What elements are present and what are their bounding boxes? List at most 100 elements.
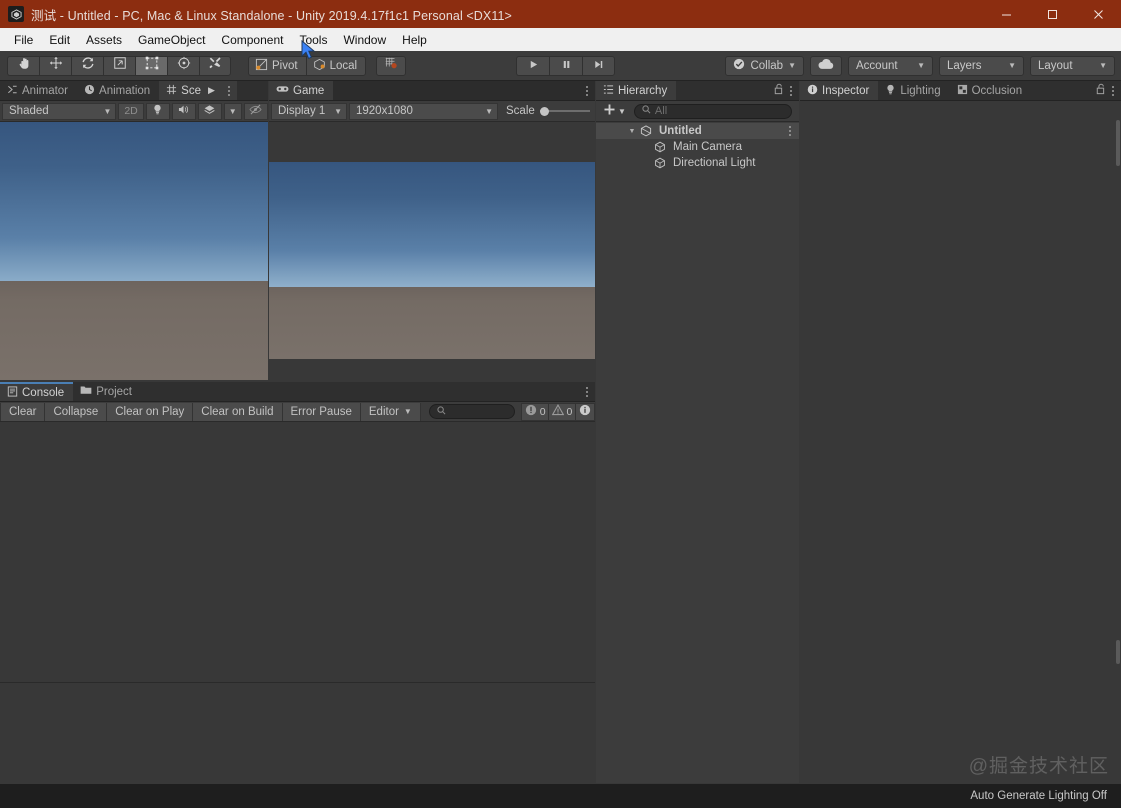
- clear-button[interactable]: Clear: [0, 402, 46, 421]
- close-button[interactable]: [1075, 0, 1121, 28]
- chevron-down-icon: ▼: [485, 106, 493, 116]
- transform-tool-button[interactable]: [167, 55, 199, 76]
- scale-slider-track[interactable]: [539, 105, 590, 117]
- cloud-button[interactable]: [810, 55, 842, 76]
- info-counter[interactable]: [575, 402, 595, 421]
- rect-transform-tool-button[interactable]: [135, 55, 167, 76]
- inspector-scrollbar-2[interactable]: [1116, 640, 1120, 664]
- account-button[interactable]: Account ▼: [848, 55, 933, 76]
- step-button[interactable]: [582, 55, 616, 76]
- warning-counter[interactable]: 0: [548, 402, 576, 421]
- clear-on-play-button[interactable]: Clear on Play: [107, 402, 194, 421]
- inspector-scrollbar[interactable]: [1116, 120, 1120, 166]
- menu-tools[interactable]: Tools: [291, 31, 335, 49]
- editor-dropdown[interactable]: Editor ▼: [360, 402, 421, 421]
- gamepad-icon: [276, 84, 289, 97]
- hierarchy-item-main-camera[interactable]: Main Camera: [596, 139, 799, 155]
- scene-tab-menu[interactable]: [220, 81, 237, 100]
- hierarchy-item-label: Directional Light: [673, 157, 756, 169]
- menu-window[interactable]: Window: [335, 31, 394, 49]
- menu-file[interactable]: File: [6, 31, 41, 49]
- tab-animator[interactable]: Animator: [0, 81, 78, 100]
- tab-game[interactable]: Game: [269, 81, 334, 100]
- tab-animation[interactable]: Animation: [77, 81, 160, 100]
- hand-tool-button[interactable]: [7, 55, 39, 76]
- custom-tool-button[interactable]: [199, 55, 231, 76]
- tab-console[interactable]: Console: [0, 382, 74, 401]
- console-search-input[interactable]: [428, 404, 516, 419]
- scene-icon: [166, 84, 177, 98]
- game-view-render[interactable]: [269, 162, 595, 359]
- kebab-menu-icon[interactable]: [227, 85, 230, 96]
- scale-tool-button[interactable]: [103, 55, 135, 76]
- console-tab-menu[interactable]: [579, 382, 595, 401]
- rotate-tool-button[interactable]: [71, 55, 103, 76]
- kebab-menu-icon[interactable]: [789, 126, 791, 136]
- shading-mode-dropdown[interactable]: Shaded ▼: [2, 102, 117, 120]
- tab-animator-label: Animator: [22, 84, 69, 97]
- layers-label: Layers: [947, 59, 982, 72]
- play-button[interactable]: [516, 55, 550, 76]
- tab-lighting[interactable]: Lighting: [878, 81, 950, 100]
- chevron-right-icon[interactable]: ▶: [205, 85, 218, 96]
- menu-gameobject[interactable]: GameObject: [130, 31, 213, 49]
- kebab-menu-icon[interactable]: [790, 85, 792, 96]
- toggle-2d-button[interactable]: 2D: [118, 102, 144, 120]
- pivot-button[interactable]: Pivot: [248, 55, 306, 76]
- collapse-button[interactable]: Collapse: [45, 402, 108, 421]
- kebab-menu-icon[interactable]: [1112, 85, 1114, 96]
- tab-occlusion[interactable]: Occlusion: [949, 81, 1032, 100]
- display-dropdown[interactable]: Display 1 ▼: [271, 102, 347, 120]
- maximize-button[interactable]: [1029, 0, 1075, 28]
- console-detail-area[interactable]: [0, 683, 595, 783]
- hierarchy-tree[interactable]: ▼ Untitled Main Camera Directional Light: [596, 122, 799, 783]
- lock-open-icon[interactable]: [774, 82, 784, 100]
- slider-handle[interactable]: [539, 107, 549, 116]
- kebab-menu-icon[interactable]: [586, 85, 588, 96]
- game-tab-menu[interactable]: [579, 81, 595, 100]
- console-message-list[interactable]: [0, 422, 595, 683]
- status-bar[interactable]: Auto Generate Lighting Off: [0, 784, 1121, 808]
- layers-button[interactable]: Layers ▼: [939, 55, 1024, 76]
- menu-edit[interactable]: Edit: [41, 31, 78, 49]
- scale-slider[interactable]: Scale: [506, 105, 590, 117]
- tab-project[interactable]: Project: [73, 382, 141, 401]
- add-gameobject-button[interactable]: ▼: [600, 103, 629, 119]
- pause-button[interactable]: [549, 55, 583, 76]
- hierarchy-item-directional-light[interactable]: Directional Light: [596, 155, 799, 171]
- inspector-content[interactable]: [800, 101, 1121, 783]
- grid-snap-button[interactable]: [376, 55, 407, 76]
- tab-console-label: Console: [22, 386, 65, 399]
- menu-component[interactable]: Component: [213, 31, 291, 49]
- chevron-down-icon: ▼: [228, 106, 237, 116]
- local-button[interactable]: Local: [305, 55, 367, 76]
- scene-view-render[interactable]: [0, 122, 268, 380]
- lock-open-icon[interactable]: [1096, 82, 1106, 100]
- minimize-button[interactable]: [983, 0, 1029, 28]
- hierarchy-search-input[interactable]: All: [633, 103, 792, 119]
- scene-lighting-button[interactable]: [145, 102, 170, 120]
- console-tabrow-spacer: [141, 382, 579, 401]
- tab-hierarchy[interactable]: Hierarchy: [596, 81, 677, 100]
- animator-icon: [7, 84, 18, 98]
- kebab-menu-icon[interactable]: [586, 386, 588, 397]
- error-pause-button[interactable]: Error Pause: [282, 402, 361, 421]
- menu-assets[interactable]: Assets: [78, 31, 130, 49]
- layout-button[interactable]: Layout ▼: [1030, 55, 1115, 76]
- scene-fx-button[interactable]: [197, 102, 222, 120]
- clear-on-build-button[interactable]: Clear on Build: [193, 402, 283, 421]
- error-counter[interactable]: 0: [521, 402, 549, 421]
- hierarchy-item-untitled[interactable]: ▼ Untitled: [596, 123, 799, 139]
- scene-visibility-button[interactable]: [243, 102, 269, 120]
- scene-audio-button[interactable]: [171, 102, 196, 120]
- move-tool-button[interactable]: [39, 55, 71, 76]
- scene-fx-dropdown[interactable]: ▼: [223, 102, 242, 120]
- resolution-dropdown[interactable]: 1920x1080 ▼: [349, 102, 498, 120]
- collab-button[interactable]: Collab ▼: [725, 55, 804, 76]
- menu-help[interactable]: Help: [394, 31, 435, 49]
- scale-label: Scale: [506, 105, 535, 117]
- tab-inspector[interactable]: Inspector: [800, 81, 879, 100]
- chevron-down-icon[interactable]: ▼: [627, 128, 637, 135]
- tab-scene[interactable]: Sce ▶: [159, 81, 221, 100]
- tab-game-label: Game: [293, 84, 325, 97]
